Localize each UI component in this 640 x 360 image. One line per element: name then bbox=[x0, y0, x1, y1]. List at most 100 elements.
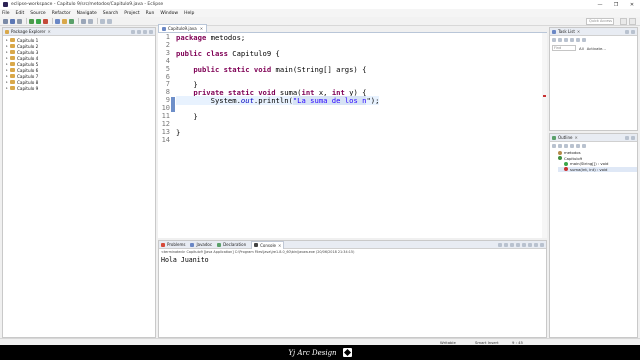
scroll-lock-icon[interactable] bbox=[516, 243, 520, 247]
close-icon[interactable]: ✕ bbox=[200, 26, 203, 31]
tree-item-project[interactable]: ▸ Capitulo 9 bbox=[3, 85, 155, 91]
menu-refactor[interactable]: Refactor bbox=[52, 11, 71, 16]
categorize-icon[interactable] bbox=[558, 38, 562, 42]
maximize-icon[interactable] bbox=[540, 243, 544, 247]
error-marker[interactable] bbox=[543, 95, 546, 97]
forward-icon[interactable] bbox=[107, 18, 112, 24]
hide-fields-icon[interactable] bbox=[558, 144, 562, 148]
code-text[interactable]: package metodos; public class Capitulo9 … bbox=[176, 33, 380, 137]
collapse-all-icon[interactable] bbox=[576, 38, 580, 42]
console-panel: Problems Javadoc Declaration Console ✕ <t… bbox=[158, 240, 547, 338]
back-icon[interactable] bbox=[100, 18, 105, 24]
outline-item-label: main(String[]) : void bbox=[570, 161, 609, 167]
open-perspective-icon[interactable] bbox=[620, 18, 627, 25]
filter-icon[interactable] bbox=[570, 38, 574, 42]
task-list-title[interactable]: Task List bbox=[558, 29, 575, 34]
editor-tab[interactable]: Capitulo9.java ✕ bbox=[158, 24, 208, 32]
debug-icon[interactable] bbox=[29, 18, 34, 24]
outline-item-method-selected[interactable]: suma(int, int) : void bbox=[558, 166, 637, 172]
view-menu-icon[interactable] bbox=[582, 144, 586, 148]
activate-link[interactable]: Activate... bbox=[587, 46, 606, 51]
editor-body[interactable]: 1 2 3 4 5 6 7 8 9 10 11 12 13 14 package… bbox=[158, 32, 547, 238]
new-package-icon[interactable] bbox=[62, 18, 67, 24]
private-method-icon bbox=[564, 167, 568, 172]
sync-icon[interactable] bbox=[564, 38, 568, 42]
project-label: Capitulo 5 bbox=[17, 61, 39, 67]
keyword: package bbox=[176, 33, 207, 42]
new-class-icon[interactable] bbox=[69, 18, 74, 24]
remove-launch-icon[interactable] bbox=[504, 243, 508, 247]
hide-static-icon[interactable] bbox=[564, 144, 568, 148]
quick-access-input[interactable]: Quick Access bbox=[586, 18, 614, 25]
clear-console-icon[interactable] bbox=[510, 243, 514, 247]
new-icon[interactable] bbox=[3, 18, 8, 24]
collapse-all-icon[interactable] bbox=[131, 30, 135, 34]
minimize-icon[interactable] bbox=[149, 30, 153, 34]
menu-project[interactable]: Project bbox=[124, 11, 139, 16]
display-console-icon[interactable] bbox=[528, 243, 532, 247]
terminate-icon[interactable] bbox=[498, 243, 502, 247]
open-type-icon[interactable] bbox=[81, 18, 86, 24]
new-task-icon[interactable] bbox=[552, 38, 556, 42]
outline-toolbar bbox=[550, 142, 637, 150]
close-icon[interactable]: ✕ bbox=[48, 29, 51, 34]
menu-navigate[interactable]: Navigate bbox=[77, 11, 97, 16]
save-icon[interactable] bbox=[10, 18, 15, 24]
minimize-icon[interactable] bbox=[625, 30, 629, 34]
close-icon[interactable]: ✕ bbox=[278, 243, 281, 248]
project-label: Capitulo 6 bbox=[17, 67, 39, 73]
outline-item-label: metodos bbox=[564, 150, 581, 156]
menu-edit[interactable]: Edit bbox=[16, 11, 25, 16]
task-find-input[interactable]: Find bbox=[552, 45, 576, 51]
close-icon[interactable]: ✕ bbox=[577, 29, 580, 34]
tab-javadoc[interactable]: Javadoc bbox=[190, 242, 212, 247]
search-icon[interactable] bbox=[88, 18, 93, 24]
tab-declaration[interactable]: Declaration bbox=[217, 242, 246, 247]
project-label: Capitulo 3 bbox=[17, 49, 39, 55]
minimize-icon[interactable] bbox=[625, 136, 629, 140]
view-menu-icon[interactable] bbox=[582, 38, 586, 42]
console-output[interactable]: Hola Juanito bbox=[159, 255, 546, 265]
java-project-icon bbox=[10, 68, 15, 72]
menu-file[interactable]: File bbox=[2, 11, 10, 16]
external-tools-icon[interactable] bbox=[43, 18, 48, 24]
minimize-button[interactable]: — bbox=[592, 0, 608, 9]
java-project-icon bbox=[10, 50, 15, 54]
task-list-toolbar bbox=[550, 36, 637, 44]
minimize-icon[interactable] bbox=[534, 243, 538, 247]
close-icon[interactable]: ✕ bbox=[574, 135, 577, 140]
menu-help[interactable]: Help bbox=[184, 11, 194, 16]
window-controls: — ❐ ✕ bbox=[592, 0, 640, 9]
tab-problems[interactable]: Problems bbox=[161, 242, 185, 247]
package-explorer-title[interactable]: Package Explorer bbox=[11, 29, 46, 34]
toolbar-separator bbox=[78, 18, 79, 24]
outline-title[interactable]: Outline bbox=[558, 135, 572, 140]
new-java-project-icon[interactable] bbox=[55, 18, 60, 24]
tab-console[interactable]: Console ✕ bbox=[251, 240, 285, 249]
sort-icon[interactable] bbox=[552, 144, 556, 148]
maximize-button[interactable]: ❐ bbox=[608, 0, 624, 9]
maximize-icon[interactable] bbox=[631, 136, 635, 140]
menu-window[interactable]: Window bbox=[160, 11, 178, 16]
menu-search[interactable]: Search bbox=[103, 11, 118, 16]
run-icon[interactable] bbox=[36, 18, 41, 24]
java-perspective-icon[interactable] bbox=[629, 18, 636, 25]
hide-nonpublic-icon[interactable] bbox=[570, 144, 574, 148]
hide-local-types-icon[interactable] bbox=[576, 144, 580, 148]
code-token: Capitulo9 { bbox=[227, 48, 280, 58]
package-icon bbox=[558, 150, 562, 155]
close-button[interactable]: ✕ bbox=[624, 0, 640, 9]
menu-source[interactable]: Source bbox=[30, 11, 45, 16]
filter-all-link[interactable]: All bbox=[579, 46, 584, 51]
view-menu-icon[interactable] bbox=[143, 30, 147, 34]
console-toolbar bbox=[496, 243, 544, 247]
link-editor-icon[interactable] bbox=[137, 30, 141, 34]
maximize-icon[interactable] bbox=[631, 30, 635, 34]
save-all-icon[interactable] bbox=[17, 18, 22, 24]
code-line-12: } bbox=[176, 128, 180, 137]
overview-ruler[interactable] bbox=[542, 33, 547, 238]
pin-console-icon[interactable] bbox=[522, 243, 526, 247]
quick-fix-marker[interactable] bbox=[171, 97, 175, 112]
menu-run[interactable]: Run bbox=[146, 11, 155, 16]
project-label: Capitulo 2 bbox=[17, 43, 39, 49]
